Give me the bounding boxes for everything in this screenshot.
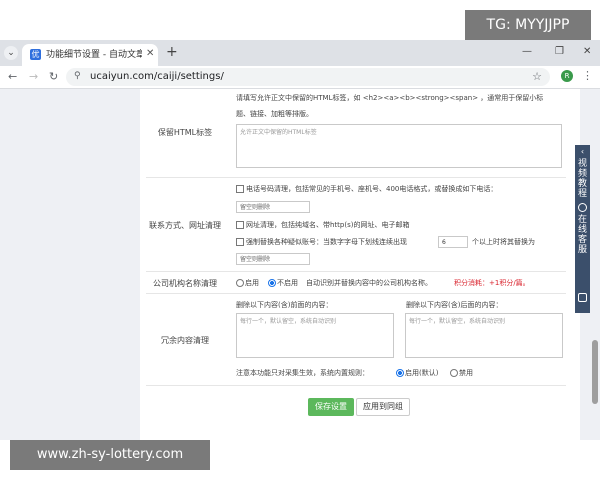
reload-icon[interactable]: ↻ (49, 70, 58, 84)
browser-tab-strip: ⌄ 优 功能细节设置 - 自动文章采集 ✕ + — ❐ ✕ (0, 40, 600, 66)
org-clean-label: 公司机构名称清理 (153, 279, 217, 288)
builtin-enable-label: 启用(默认) (405, 369, 439, 377)
page-scrollbar[interactable] (592, 340, 598, 404)
delete-before-title: 删除以下内容(含)前面的内容： (236, 301, 333, 309)
html-tags-desc-line2: 题、链接、加粗等排版。 (236, 110, 313, 118)
html-tags-textarea[interactable]: 允许正文中保留的HTML标签 (236, 124, 562, 168)
online-service-link[interactable]: 在线客服 (575, 215, 590, 255)
forward-icon[interactable]: → (29, 70, 38, 84)
address-bar[interactable]: ⚲ ucaiyun.com/caiji/settings/ ☆ (66, 68, 550, 86)
new-tab-icon[interactable]: + (166, 45, 178, 59)
watermark-site: www.zh-sy-lottery.com (10, 440, 210, 470)
account-replace-label: 强制替换各种疑似账号：当数字字母下划线连续出现 (246, 238, 407, 246)
close-icon[interactable]: ✕ (146, 48, 154, 59)
back-icon[interactable]: ← (8, 70, 17, 84)
url-clean-label: 网址清理，包括纯域名、带http(s)的网址、电子邮箱 (246, 221, 410, 229)
org-clean-cost: 积分消耗：+1积分/篇。 (454, 279, 530, 287)
builtin-disable-label: 禁用 (459, 369, 473, 377)
account-replace-checkbox[interactable] (236, 238, 244, 246)
video-tutorial-link[interactable]: 视频教程 (575, 159, 590, 199)
bookmark-star-icon[interactable]: ☆ (532, 70, 542, 83)
org-enable-radio[interactable] (236, 279, 244, 287)
browser-toolbar: ← → ↻ ⚲ ucaiyun.com/caiji/settings/ ☆ R … (0, 66, 600, 89)
builtin-disable-radio[interactable] (450, 369, 458, 377)
tab-search-icon[interactable]: ⌄ (4, 46, 18, 60)
qr-code-icon[interactable] (578, 293, 587, 302)
html-tags-desc-line1: 请填写允许正文中保留的HTML标签，如 <h2><a><b><strong><s… (236, 94, 544, 102)
apply-to-group-button[interactable]: 应用到同组 (356, 398, 410, 416)
service-icon (578, 203, 587, 212)
minimize-icon[interactable]: — (522, 46, 532, 57)
settings-form: 请填写允许正文中保留的HTML标签，如 <h2><a><b><strong><s… (140, 89, 580, 440)
redundant-clean-label: 冗余内容清理 (161, 336, 209, 345)
divider (146, 293, 566, 294)
divider (146, 385, 566, 386)
save-settings-button[interactable]: 保存设置 (308, 398, 354, 416)
more-menu-icon[interactable]: ⋮ (582, 69, 593, 82)
phone-clean-checkbox[interactable] (236, 185, 244, 193)
org-disable-label: 不启用 (277, 279, 298, 287)
org-disable-radio[interactable] (268, 279, 276, 287)
profile-avatar[interactable]: R (561, 70, 573, 82)
url-text[interactable]: ucaiyun.com/caiji/settings/ (90, 71, 224, 83)
org-clean-desc: 自动识别并替换内容中的公司机构名称。 (306, 279, 432, 287)
watermark-tg: TG: MYYJJPP (465, 10, 591, 40)
divider (146, 177, 566, 178)
url-clean-checkbox[interactable] (236, 221, 244, 229)
restore-icon[interactable]: ❐ (555, 46, 564, 57)
page-content: 请填写允许正文中保留的HTML标签，如 <h2><a><b><strong><s… (0, 89, 600, 440)
builtin-rules-note: 注意本功能只对采集生效，系统内置规则： (236, 369, 369, 377)
site-info-icon[interactable]: ⚲ (74, 71, 81, 81)
delete-before-textarea[interactable]: 每行一个，默认留空，系统自动识别 (236, 313, 394, 358)
org-enable-label: 启用 (245, 279, 259, 287)
account-replace-input[interactable]: 留空则删除 (236, 253, 310, 265)
window-close-icon[interactable]: ✕ (583, 46, 591, 57)
floating-help-panel: ‹ 视频教程 在线客服 (575, 145, 590, 313)
browser-tab[interactable]: 优 功能细节设置 - 自动文章采集 ✕ (22, 44, 158, 66)
tab-title: 功能细节设置 - 自动文章采集 (46, 50, 142, 60)
contact-clean-label: 联系方式、网址清理 (149, 221, 221, 230)
delete-after-title: 删除以下内容(含)后面的内容： (406, 301, 503, 309)
account-suffix-label: 个以上时将其替换为 (472, 238, 535, 246)
builtin-enable-radio[interactable] (396, 369, 404, 377)
favicon-icon: 优 (30, 49, 41, 60)
phone-replace-input[interactable]: 留空则删除 (236, 201, 310, 213)
phone-clean-label: 电话号码清理，包括常见的手机号、座机号、400电话格式，或替换成如下电话： (246, 185, 498, 193)
delete-after-textarea[interactable]: 每行一个，默认留空，系统自动识别 (405, 313, 563, 358)
html-tags-label: 保留HTML标签 (157, 128, 213, 137)
account-count-input[interactable]: 6 (438, 236, 468, 248)
divider (146, 271, 566, 272)
chevron-left-icon[interactable]: ‹ (575, 147, 590, 156)
